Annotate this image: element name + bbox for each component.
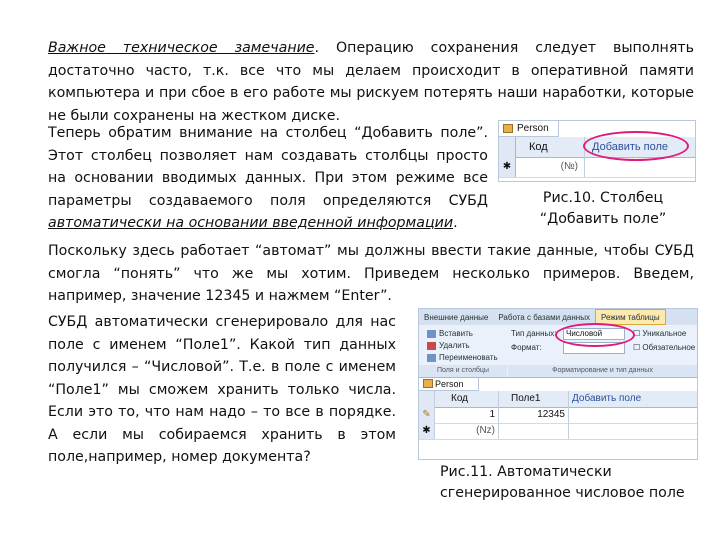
- format-label: Формат:: [511, 343, 542, 352]
- figure-11-caption-line-1: Рис.11. Автоматически: [440, 464, 612, 480]
- add-field-end: .: [453, 215, 458, 231]
- select-all-cell[interactable]: [499, 137, 516, 157]
- unique-checkbox[interactable]: ☐ Уникальное: [633, 328, 686, 340]
- unique-label: Уникальное: [642, 329, 687, 338]
- figure-10-add-field-screenshot: Person Код Добавить поле ✱ (№): [498, 120, 696, 182]
- table-row[interactable]: ✎ 1 12345: [419, 407, 697, 424]
- insert-icon: [427, 329, 436, 338]
- highlight-oval: [555, 323, 635, 347]
- delete-icon: [427, 341, 436, 350]
- field1-cell[interactable]: 12345: [499, 407, 569, 423]
- add-field-paragraph: Теперь обратим внимание на столбец “Доба…: [48, 122, 488, 235]
- rename-label: Переименовать: [439, 353, 498, 362]
- important-note-label: Важное техническое замечание: [48, 40, 315, 56]
- new-record-row[interactable]: ✱ (№): [499, 157, 695, 178]
- add-field-text: Теперь обратим внимание на столбец “Доба…: [48, 125, 488, 209]
- required-label: Обязательное: [642, 343, 696, 352]
- table-tab-label: Person: [435, 379, 464, 389]
- data-type-label: Тип данных:: [511, 329, 557, 338]
- column-field1-header[interactable]: Поле1: [499, 391, 569, 407]
- column-id-header[interactable]: Код: [515, 137, 585, 157]
- table-tab-label: Person: [517, 123, 549, 134]
- delete-button[interactable]: Удалить: [427, 340, 470, 352]
- highlight-oval: [583, 131, 689, 161]
- figure-11-numeric-field-screenshot: Внешние данные Работа с базами данных Режи…: [418, 308, 698, 460]
- rename-icon: [427, 353, 436, 362]
- ribbon-panel: Вставить Удалить Переименовать Тип данны…: [419, 323, 697, 378]
- insert-label: Вставить: [439, 329, 473, 338]
- table-view: Person Код Поле1 Добавить поле ✎ 1 12345…: [419, 377, 697, 459]
- new-row-marker: ✱: [499, 157, 516, 177]
- column-add-field-header[interactable]: Добавить поле: [569, 391, 697, 407]
- new-id-cell[interactable]: (№): [515, 157, 585, 177]
- automat-paragraph: Поскольку здесь работает “автомат” мы до…: [48, 243, 694, 304]
- insert-button[interactable]: Вставить: [427, 328, 473, 340]
- generated-field-paragraph: СУБД автоматически сгенерировало для нас…: [48, 314, 396, 465]
- ribbon-tabs: Внешние данные Работа с базами данных Режи…: [419, 309, 697, 325]
- new-record-row[interactable]: ✱ (Nz): [419, 423, 697, 440]
- table-icon: [423, 379, 433, 388]
- intro-paragraph: Важное техническое замечание. Операцию с…: [48, 37, 694, 127]
- new-row-marker: ✱: [419, 423, 435, 439]
- rename-button[interactable]: Переименовать: [427, 352, 498, 364]
- id-cell[interactable]: (Nz): [435, 423, 499, 439]
- auto-info-emphasis: автоматически на основании введенной инф…: [48, 215, 454, 231]
- table-header-row: Код Поле1 Добавить поле: [419, 391, 697, 408]
- field1-cell[interactable]: [499, 423, 569, 439]
- id-cell[interactable]: 1: [435, 407, 499, 423]
- ribbon-tab-external-data[interactable]: Внешние данные: [419, 310, 493, 326]
- group-fields-columns: Поля и столбцы: [419, 365, 507, 377]
- table-tab[interactable]: Person: [419, 377, 479, 391]
- delete-label: Удалить: [439, 341, 470, 350]
- edit-pencil-icon: ✎: [419, 407, 435, 423]
- figure-11-caption-line-2: сгенерированное числовое поле: [440, 485, 685, 501]
- figure-11-caption: Рис.11. Автоматически сгенерированное чи…: [440, 462, 700, 504]
- column-id-header[interactable]: Код: [435, 391, 499, 407]
- select-all-cell[interactable]: [419, 391, 435, 407]
- group-formatting: Форматирование и тип данных: [508, 365, 697, 377]
- table-tab[interactable]: Person: [499, 121, 559, 137]
- table-icon: [503, 124, 513, 133]
- figure-10-caption: Рис.10. Столбец “Добавить поле”: [539, 190, 667, 227]
- required-checkbox[interactable]: ☐ Обязательное: [633, 342, 695, 354]
